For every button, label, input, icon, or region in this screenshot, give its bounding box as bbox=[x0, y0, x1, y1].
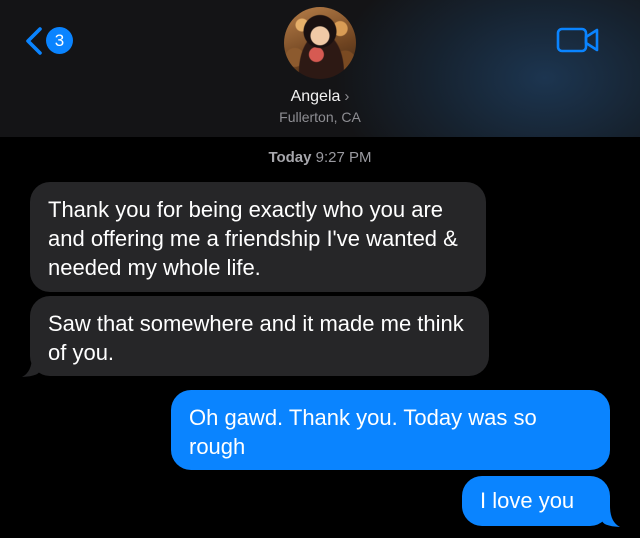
timestamp-time: 9:27 PM bbox=[315, 149, 372, 166]
incoming-message-bubble[interactable]: Saw that somewhere and it made me think … bbox=[30, 296, 489, 376]
outgoing-message-bubble[interactable]: I love you bbox=[462, 476, 610, 526]
contact-name-button[interactable]: Angela › bbox=[0, 88, 640, 106]
timestamp-day: Today bbox=[268, 149, 312, 166]
incoming-message-bubble[interactable]: Thank you for being exactly who you are … bbox=[30, 182, 486, 292]
incoming-bubble-tail bbox=[22, 356, 40, 377]
contact-name: Angela bbox=[290, 88, 341, 105]
chevron-right-icon: › bbox=[344, 88, 350, 105]
outgoing-message-bubble[interactable]: Oh gawd. Thank you. Today was so rough bbox=[171, 390, 610, 470]
contact-avatar[interactable] bbox=[284, 7, 356, 79]
back-button[interactable]: 3 bbox=[24, 26, 74, 56]
back-chevron-icon bbox=[26, 27, 42, 55]
unread-count-badge: 3 bbox=[46, 27, 73, 54]
outgoing-bubble-tail bbox=[602, 506, 620, 527]
contact-location: Fullerton, CA bbox=[279, 109, 361, 125]
conversation-header: 3 Angela › Fullerton, CA bbox=[0, 0, 640, 137]
message-timestamp: Today 9:27 PM bbox=[0, 149, 640, 166]
video-camera-icon[interactable] bbox=[556, 25, 600, 55]
